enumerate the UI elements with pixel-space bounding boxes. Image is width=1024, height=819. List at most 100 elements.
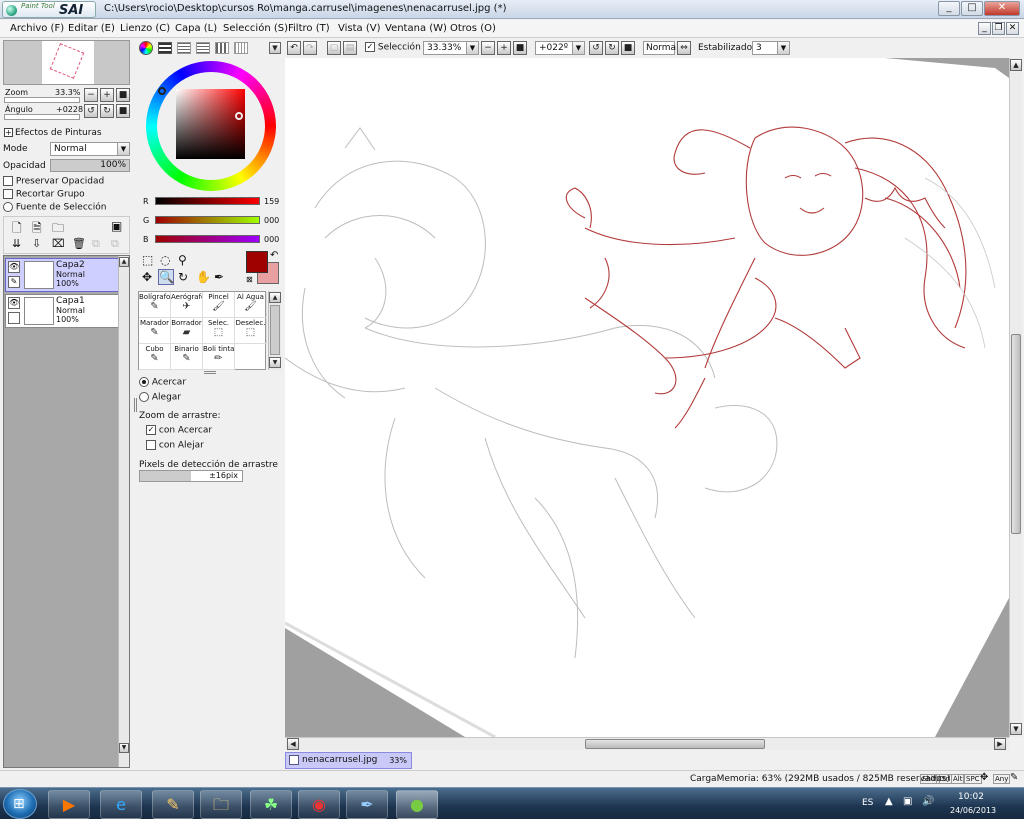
minimize-button[interactable]: _: [938, 1, 960, 16]
move-icon[interactable]: ✥: [142, 270, 152, 284]
vertical-scroll-thumb[interactable]: [1011, 334, 1021, 534]
scroll-right-button[interactable]: ▶: [994, 738, 1006, 750]
scroll-down-button[interactable]: ▼: [1010, 723, 1022, 735]
rotate-right-button[interactable]: ↻: [100, 104, 114, 118]
tool-borrador[interactable]: Borrador ▰: [171, 318, 203, 344]
menu-archivo[interactable]: Archivo (F): [10, 23, 64, 34]
tool-cubo[interactable]: Cubo ✎: [139, 344, 171, 370]
canvas-rotate-left-button[interactable]: ↺: [589, 41, 603, 55]
primary-color-swatch[interactable]: [246, 251, 268, 273]
scroll-thumb[interactable]: [270, 305, 280, 355]
mdi-minimize-button[interactable]: _: [978, 22, 991, 35]
layer-item-capa1[interactable]: 👁 Capa1 Normal 100%: [5, 294, 119, 328]
tool-marador[interactable]: Marador ✎: [139, 318, 171, 344]
panel-splitter[interactable]: [134, 398, 137, 412]
drag-pixels-slider[interactable]: ±16pix: [139, 470, 243, 482]
maximize-button[interactable]: □: [961, 1, 983, 16]
canvas-zoom-in-button[interactable]: +: [497, 41, 511, 55]
drag-zoom-out-checkbox[interactable]: con Alejar: [146, 440, 204, 451]
blue-slider[interactable]: [155, 235, 260, 243]
show-selection-checkbox[interactable]: ✓ Selección: [365, 42, 421, 53]
undo-button[interactable]: ↶: [287, 41, 301, 55]
color-marker[interactable]: [235, 112, 243, 120]
file-tab[interactable]: nenacarrusel.jpg 33%: [285, 752, 412, 769]
taskbar-internet-explorer[interactable]: e: [100, 790, 142, 819]
language-indicator[interactable]: ES: [862, 798, 873, 808]
zoom-out-option[interactable]: Alegar: [139, 392, 181, 403]
clip-group-checkbox[interactable]: Recortar Grupo: [3, 189, 85, 200]
tool-boli-tinta[interactable]: Boli tinta ✏: [203, 344, 235, 370]
trash-icon[interactable]: 🗑: [72, 237, 86, 250]
flip-canvas-button[interactable]: ⇔: [677, 41, 691, 55]
zoom-tool-icon[interactable]: 🔍: [158, 269, 174, 285]
eye-icon[interactable]: 👁: [8, 297, 20, 309]
clock-time[interactable]: 10:02: [958, 792, 984, 802]
magic-wand-icon[interactable]: ⚲: [178, 253, 187, 267]
lasso-select-icon[interactable]: ◌: [160, 253, 170, 267]
deselect-button[interactable]: ▢: [327, 41, 341, 55]
transfer-down-icon[interactable]: ⇊: [12, 237, 21, 250]
tool-al-agua[interactable]: Al Agua 🖌: [235, 292, 267, 318]
eyedropper-icon[interactable]: ✒: [214, 270, 224, 284]
hand-tool-icon[interactable]: ✋: [196, 270, 211, 284]
swap-colors-icon[interactable]: ↶: [270, 250, 278, 261]
rotate-left-button[interactable]: ↺: [84, 104, 98, 118]
layer-item-capa2[interactable]: 👁 ✎ Capa2 Normal 100%: [5, 258, 119, 292]
navigator-preview[interactable]: [3, 40, 130, 85]
tool-boligrafo[interactable]: Bolígrafo ✎: [139, 292, 171, 318]
zoom-reset-button[interactable]: ■: [116, 88, 130, 102]
canvas-rotate-right-button[interactable]: ↻: [605, 41, 619, 55]
start-button[interactable]: ⊞: [3, 789, 37, 819]
menu-seleccion[interactable]: Selección (S): [223, 23, 288, 34]
canvas-angle-select[interactable]: +022º ▼: [535, 41, 585, 55]
saturation-value-square[interactable]: [176, 89, 245, 159]
canvas-vertical-scrollbar[interactable]: ▲ ▼: [1009, 58, 1022, 737]
invert-selection-button[interactable]: ▤: [343, 41, 357, 55]
opacity-slider[interactable]: 100%: [50, 159, 130, 172]
canvas-blend-select[interactable]: Normal: [643, 41, 679, 55]
clock-date[interactable]: 24/06/2013: [950, 806, 996, 815]
canvas-zoom-out-button[interactable]: −: [481, 41, 495, 55]
zoom-slider[interactable]: [4, 97, 80, 103]
hsv-slider-mode-icon[interactable]: [177, 42, 191, 54]
pencil-icon[interactable]: ✎: [8, 276, 20, 288]
menu-otros[interactable]: Otros (O): [450, 23, 496, 34]
preserve-opacity-checkbox[interactable]: Preservar Opacidad: [3, 176, 104, 187]
scroll-up-button[interactable]: ▲: [119, 257, 129, 267]
rect-select-icon[interactable]: ⬚: [142, 253, 153, 267]
tool-selec[interactable]: Selec. ⬚: [203, 318, 235, 344]
empty-lock-icon[interactable]: [8, 312, 20, 324]
selection-source-checkbox[interactable]: Fuente de Selección: [3, 202, 106, 213]
eye-icon[interactable]: 👁: [8, 261, 20, 273]
close-button[interactable]: ✕: [984, 1, 1020, 16]
taskbar-media-player[interactable]: ▶: [48, 790, 90, 819]
tool-deselec[interactable]: Deselec. ⬚: [235, 318, 267, 344]
canvas-zoom-select[interactable]: 33.33% ▼: [423, 41, 479, 55]
transparent-color-icon[interactable]: ⊠: [246, 275, 253, 284]
zoom-out-button[interactable]: −: [84, 88, 98, 102]
canvas-zoom-reset-button[interactable]: ■: [513, 41, 527, 55]
network-icon[interactable]: ▣: [903, 796, 912, 807]
show-hidden-icons-icon[interactable]: ▲: [885, 796, 893, 807]
angle-slider[interactable]: [4, 114, 80, 120]
taskbar-chrome[interactable]: ◉: [298, 790, 340, 819]
menu-capa[interactable]: Capa (L): [175, 23, 217, 34]
menu-editar[interactable]: Editar (E): [68, 23, 115, 34]
scroll-up-button[interactable]: ▲: [269, 292, 281, 303]
layer-mask-icon[interactable]: ▣: [111, 219, 122, 233]
rotate-reset-button[interactable]: ■: [116, 104, 130, 118]
scroll-down-button[interactable]: ▼: [269, 357, 281, 368]
mode-select[interactable]: Normal ▼: [50, 142, 130, 156]
rgb-slider-mode-icon[interactable]: [158, 42, 172, 54]
tool-aerografo[interactable]: Aerógrafo ✈: [171, 292, 203, 318]
scratchpad-mode-icon[interactable]: [234, 42, 248, 54]
taskbar-network-app[interactable]: ☘: [250, 790, 292, 819]
color-wheel-mode-icon[interactable]: [139, 41, 153, 55]
layer-list-scrollbar[interactable]: ▲ ▼: [118, 256, 129, 767]
mdi-close-button[interactable]: ✕: [1006, 22, 1019, 35]
mixer-mode-icon[interactable]: [196, 42, 210, 54]
canvas-horizontal-scrollbar[interactable]: ◀ ▶: [285, 737, 1009, 750]
tool-binario[interactable]: Binario ✎: [171, 344, 203, 370]
scroll-down-button[interactable]: ▼: [119, 743, 129, 753]
clear-layer-icon[interactable]: ⌧: [52, 237, 65, 250]
